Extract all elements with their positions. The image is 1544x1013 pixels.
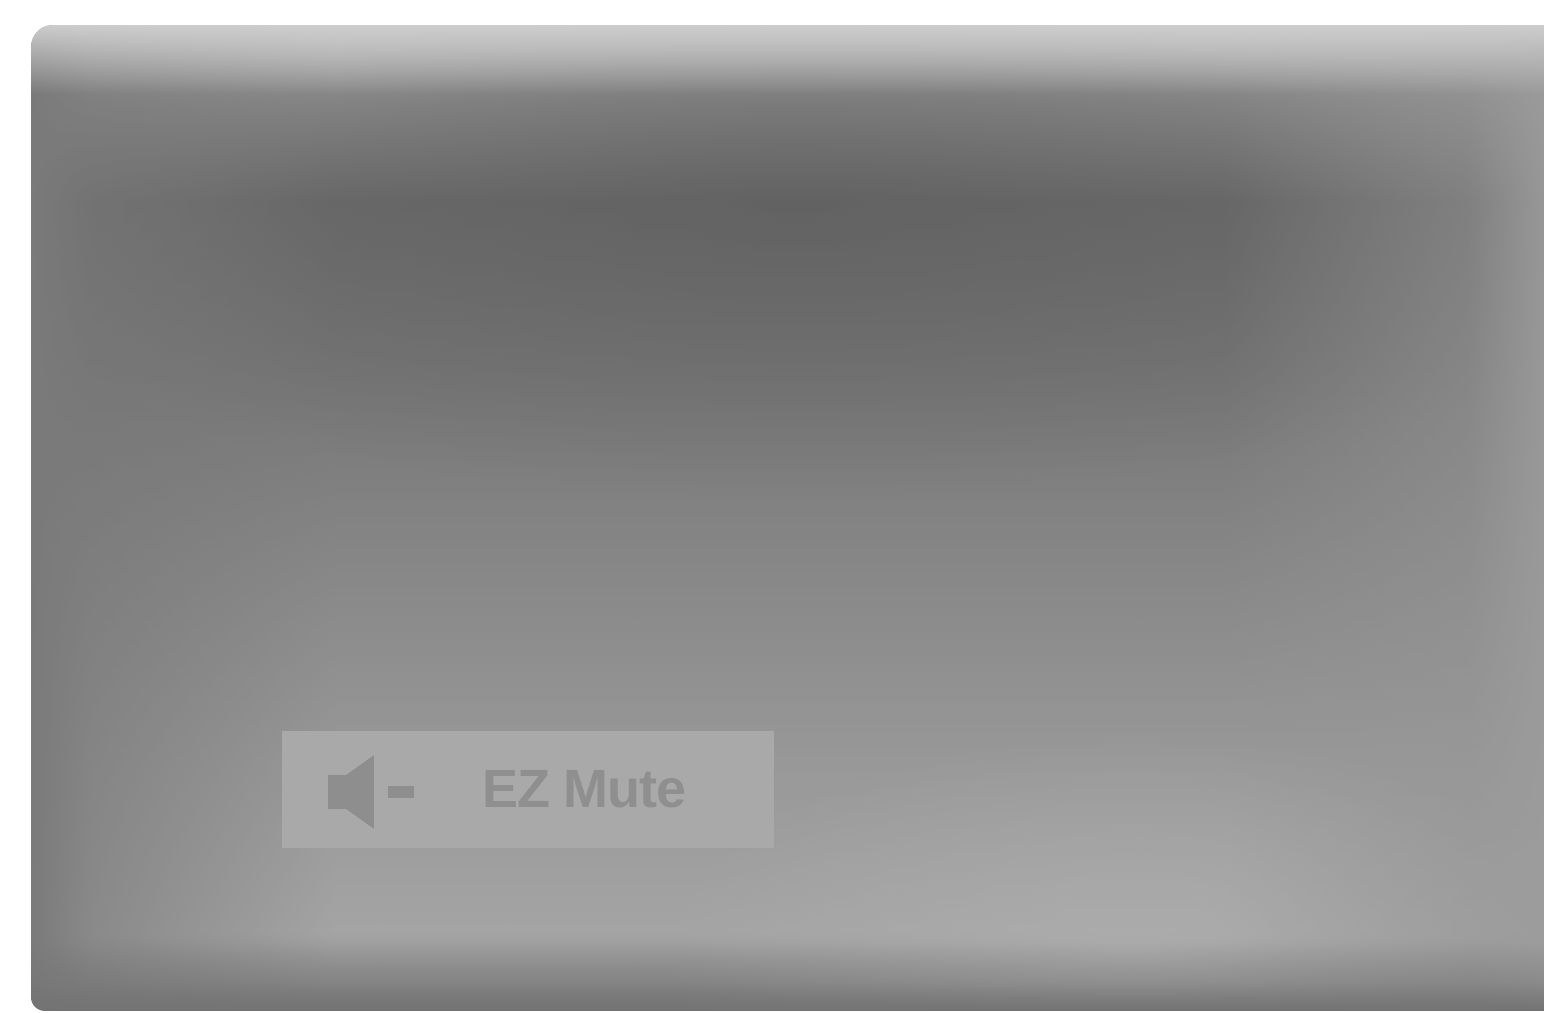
speaker-mute-icon — [328, 753, 418, 831]
screen-edge-bottom — [31, 25, 1544, 1011]
ez-mute-osd-banner: EZ Mute — [282, 731, 774, 848]
osd-label: EZ Mute — [482, 759, 686, 819]
tv-screen — [31, 25, 1544, 1011]
